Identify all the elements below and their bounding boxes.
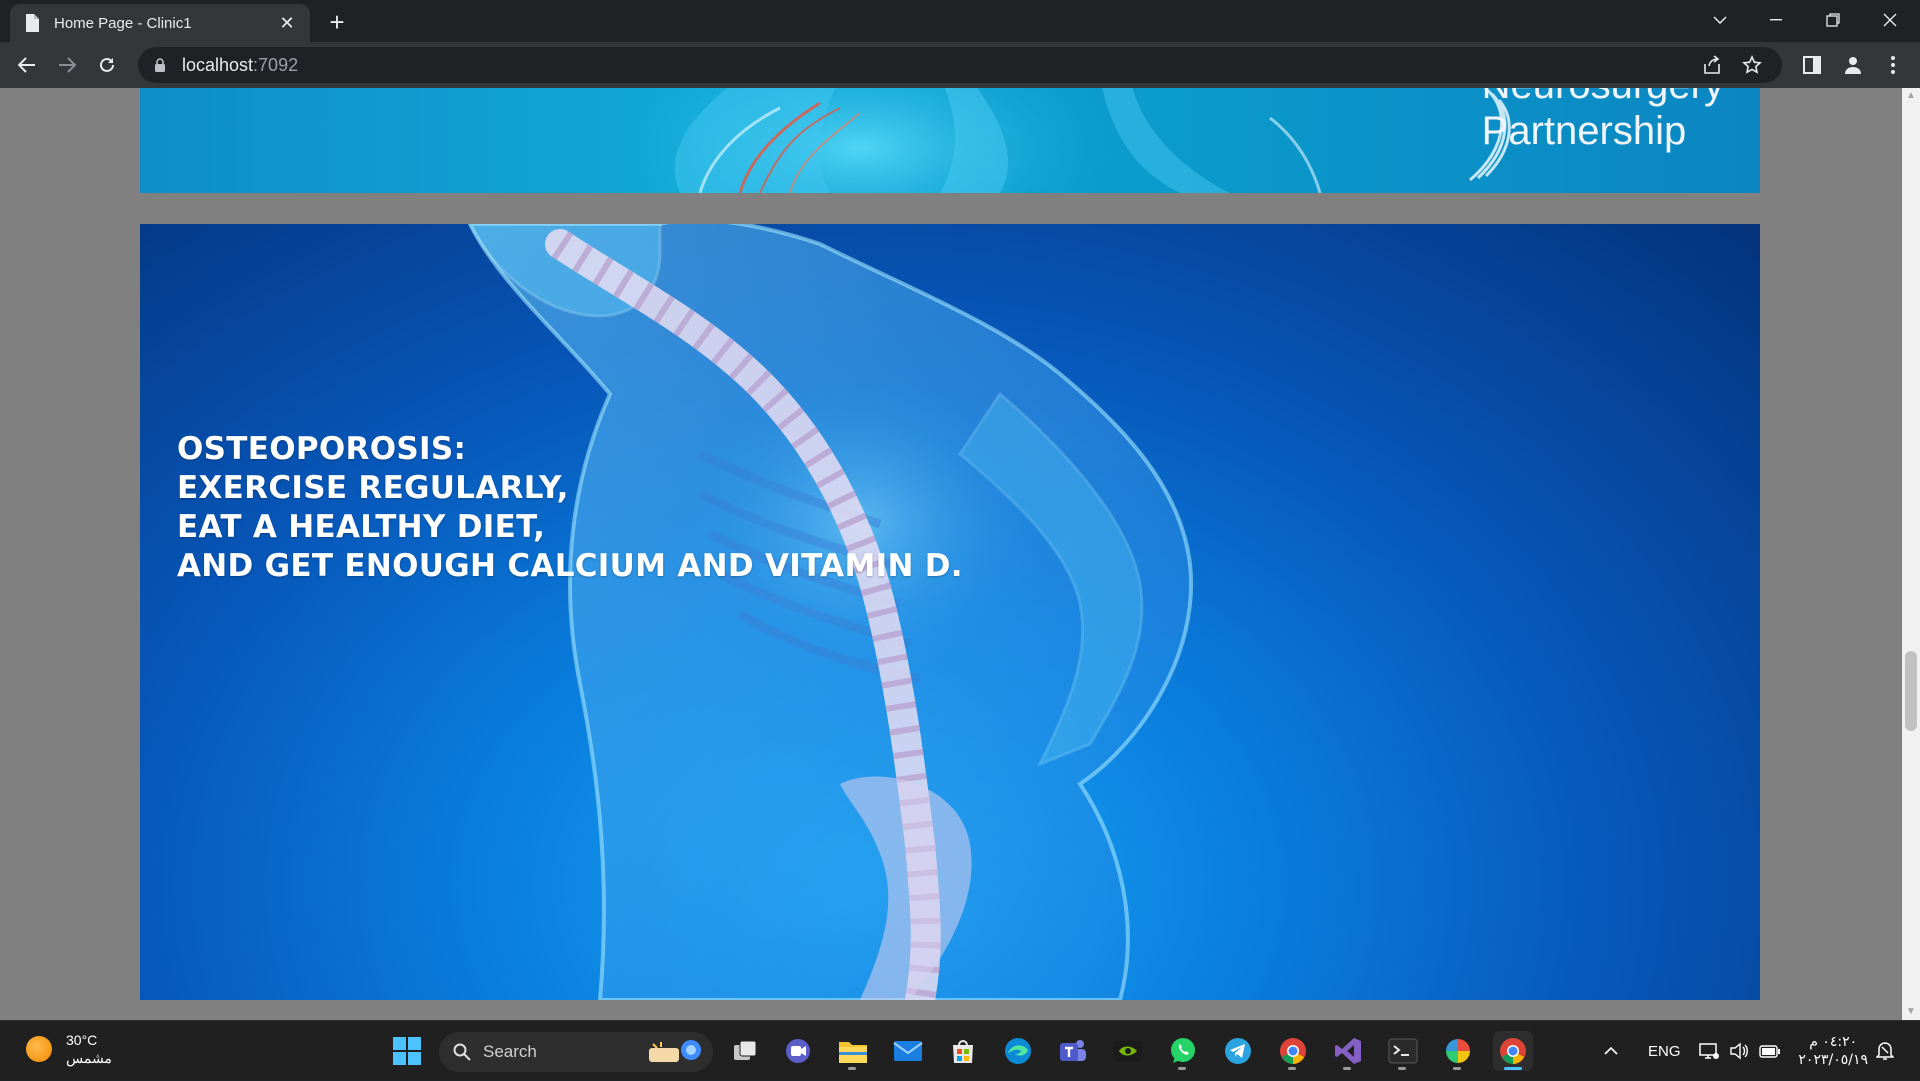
start-menu-icon[interactable] <box>387 1031 427 1071</box>
minimize-window-icon[interactable] <box>1748 0 1804 40</box>
show-hidden-icons-chevron-icon[interactable] <box>1604 1021 1618 1081</box>
page-viewport: Neurosurgery Partnership <box>0 88 1902 1020</box>
scrollbar-thumb[interactable] <box>1905 651 1917 731</box>
mail-icon[interactable] <box>888 1031 928 1071</box>
tab-close-icon[interactable]: ✕ <box>276 12 298 34</box>
search-label: Search <box>483 1042 537 1061</box>
chrome-active-icon[interactable] <box>1493 1031 1533 1071</box>
banner-brand-text: Neurosurgery Partnership <box>1482 88 1724 154</box>
search-icon <box>453 1043 471 1061</box>
page-favicon-icon <box>22 13 42 33</box>
tab-search-chevron-icon[interactable] <box>1692 0 1748 40</box>
windows-taskbar: 30°C مشمس Search ENG ٠٤:٢٠ م ٢٠٢٣/٠٥/١٩ <box>0 1020 1920 1080</box>
profile-icon[interactable] <box>1838 50 1868 80</box>
restore-window-icon[interactable] <box>1805 0 1861 40</box>
telegram-icon[interactable] <box>1218 1031 1258 1071</box>
banner-brand-line2: Partnership <box>1481 109 1687 153</box>
taskbar-search-box[interactable]: Search <box>439 1032 713 1072</box>
browser-toolbar: localhost:7092 <box>0 42 1920 88</box>
notifications-bell-icon[interactable] <box>1876 1021 1894 1081</box>
scroll-up-arrow-icon[interactable]: ▲ <box>1902 88 1920 104</box>
sunny-weather-icon <box>26 1036 52 1062</box>
close-window-icon[interactable] <box>1862 0 1918 40</box>
hero-line-1: OSTEOPOROSIS: <box>177 431 467 467</box>
weather-description: مشمس <box>66 1050 112 1066</box>
hero-line-4: AND GET ENOUGH CALCIUM AND VITAMIN D. <box>177 548 963 584</box>
browser-tab-active[interactable]: Home Page - Clinic1 ✕ <box>10 4 310 42</box>
scroll-down-arrow-icon[interactable]: ▼ <box>1902 1004 1920 1020</box>
lock-icon[interactable] <box>154 57 168 73</box>
neurosurgery-banner-image: Neurosurgery Partnership <box>140 88 1760 193</box>
system-clock[interactable]: ٠٤:٢٠ م ٢٠٢٣/٠٥/١٩ <box>1798 1033 1868 1069</box>
color-app-icon[interactable] <box>1438 1031 1478 1071</box>
hero-line-2: EXERCISE REGULARLY, <box>177 470 569 506</box>
side-panel-icon[interactable] <box>1797 50 1827 80</box>
edge-browser-icon[interactable] <box>998 1031 1038 1071</box>
chrome-icon[interactable] <box>1273 1031 1313 1071</box>
kebab-menu-icon[interactable] <box>1878 50 1908 80</box>
input-language-indicator[interactable]: ENG <box>1648 1021 1681 1081</box>
reload-icon[interactable] <box>92 50 122 80</box>
tab-title: Home Page - Clinic1 <box>54 14 192 32</box>
page-scrollbar[interactable]: ▲ ▼ <box>1902 88 1920 1020</box>
microsoft-store-icon[interactable] <box>943 1031 983 1071</box>
spine-figure-illustration <box>467 224 1194 1000</box>
weather-temperature: 30°C <box>66 1032 98 1048</box>
hero-line-3: EAT A HEALTHY DIET, <box>177 509 546 545</box>
weather-widget[interactable]: 30°C مشمس <box>26 1031 112 1067</box>
osteoporosis-hero-image: OSTEOPOROSIS: EXERCISE REGULARLY, EAT A … <box>140 224 1760 1000</box>
banner-brand-line1: Neurosurgery <box>1482 88 1724 108</box>
visual-studio-icon[interactable] <box>1328 1031 1368 1071</box>
battery-icon[interactable] <box>1759 1021 1781 1081</box>
clock-time: ٠٤:٢٠ م <box>1809 1034 1858 1050</box>
url-text[interactable]: localhost:7092 <box>182 55 298 76</box>
network-icon[interactable] <box>1699 1021 1719 1081</box>
task-view-icon[interactable] <box>725 1031 765 1071</box>
back-arrow-icon[interactable] <box>12 50 42 80</box>
file-explorer-icon[interactable] <box>833 1031 873 1071</box>
address-bar[interactable]: localhost:7092 <box>138 47 1782 83</box>
teams-icon[interactable] <box>1053 1031 1093 1071</box>
search-highlight-icon <box>645 1038 705 1071</box>
osteoporosis-message: OSTEOPOROSIS: EXERCISE REGULARLY, EAT A … <box>177 430 963 586</box>
volume-icon[interactable] <box>1729 1021 1749 1081</box>
star-bookmark-icon[interactable] <box>1742 47 1762 83</box>
browser-tab-strip: Home Page - Clinic1 ✕ + <box>0 0 1920 42</box>
forward-arrow-icon[interactable] <box>52 50 82 80</box>
whatsapp-icon[interactable] <box>1163 1031 1203 1071</box>
clock-date: ٢٠٢٣/٠٥/١٩ <box>1798 1052 1868 1068</box>
teams-chat-icon[interactable] <box>778 1031 818 1071</box>
share-icon[interactable] <box>1702 47 1722 83</box>
new-tab-button[interactable]: + <box>322 8 352 38</box>
nvidia-icon[interactable] <box>1108 1031 1148 1071</box>
terminal-icon[interactable] <box>1383 1031 1423 1071</box>
